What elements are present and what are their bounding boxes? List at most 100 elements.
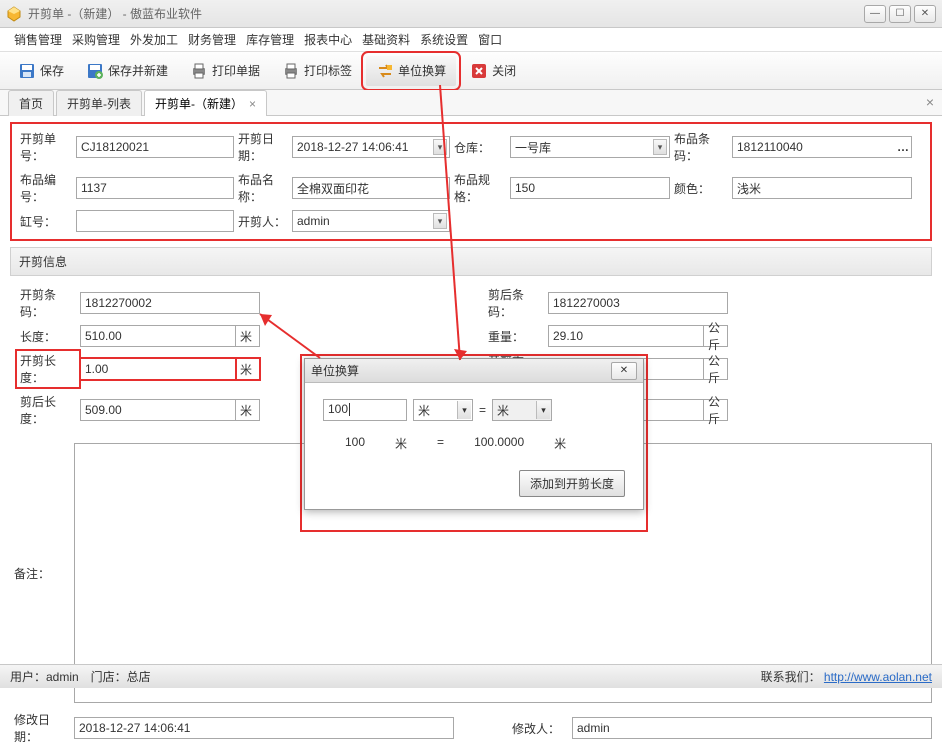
toolbar: 保存 保存并新建 打印单据 打印标签 单位换算 关闭 <box>0 52 942 90</box>
save-new-button[interactable]: 保存并新建 <box>78 58 176 84</box>
print-doc-button[interactable]: 打印单据 <box>182 58 268 84</box>
chevron-down-icon[interactable]: ▾ <box>433 139 447 155</box>
cut-no-field[interactable]: CJ18120021 <box>76 136 234 158</box>
cut-barcode-field[interactable]: 1812270002 <box>80 292 260 314</box>
menu-sales[interactable]: 销售管理 <box>14 31 62 48</box>
save-icon <box>18 62 36 80</box>
cut-length-field[interactable]: 1.00 <box>80 358 236 380</box>
statusbar: 用户：admin 门店：总店 联系我们： http://www.aolan.ne… <box>0 664 942 688</box>
unit-convert-dialog: 单位换算 ✕ 100 米▾ = 米▾ 100 米 = 100.0000 米 添加… <box>304 358 644 510</box>
tab-new[interactable]: 开剪单-（新建）× <box>144 90 267 116</box>
menu-window[interactable]: 窗口 <box>478 31 502 48</box>
minimize-button[interactable]: — <box>864 5 886 23</box>
dialog-titlebar[interactable]: 单位换算 ✕ <box>305 359 643 383</box>
print-label-button[interactable]: 打印标签 <box>274 58 360 84</box>
save-label: 保存 <box>40 62 64 79</box>
cut-weight-unit: 公斤 <box>704 358 728 380</box>
chevron-down-icon[interactable]: ▾ <box>653 139 667 155</box>
prod-no-field[interactable]: 1137 <box>76 177 234 199</box>
menu-settings[interactable]: 系统设置 <box>420 31 468 48</box>
from-unit-select[interactable]: 米▾ <box>413 399 473 421</box>
barcode-field[interactable]: 1812110040… <box>732 136 912 158</box>
tabs-close-all-icon[interactable]: × <box>926 94 934 110</box>
after-length-label: 剪后长度： <box>16 391 80 429</box>
close-label: 关闭 <box>492 62 516 79</box>
chevron-down-icon[interactable]: ▾ <box>457 401 471 419</box>
conversion-input-row: 100 米▾ = 米▾ <box>323 399 625 421</box>
window-title: 开剪单 -（新建） - 傲蓝布业软件 <box>28 5 864 22</box>
to-unit-select[interactable]: 米▾ <box>492 399 552 421</box>
operator-field[interactable]: admin▾ <box>292 210 450 232</box>
cut-barcode-label: 开剪条码： <box>16 284 80 322</box>
unit-convert-label: 单位换算 <box>398 62 446 79</box>
barcode-label: 布品条码： <box>670 128 732 166</box>
dialog-title: 单位换算 <box>311 362 611 379</box>
convert-value-input[interactable]: 100 <box>323 399 407 421</box>
warehouse-field[interactable]: 一号库▾ <box>510 136 670 158</box>
result-from-unit: 米 <box>395 435 407 452</box>
cut-date-label: 开剪日期： <box>234 128 292 166</box>
contact-link[interactable]: http://www.aolan.net <box>824 670 932 684</box>
app-icon <box>6 6 22 22</box>
dialog-body: 100 米▾ = 米▾ 100 米 = 100.0000 米 添加到开剪长度 <box>305 383 643 509</box>
after-barcode-label: 剪后条码： <box>484 284 548 322</box>
vat-field[interactable] <box>76 210 234 232</box>
mod-date-field: 2018-12-27 14:06:41 <box>74 717 454 739</box>
cut-length-label: 开剪长度： <box>16 350 80 388</box>
save-new-label: 保存并新建 <box>108 62 168 79</box>
after-barcode-field[interactable]: 1812270003 <box>548 292 728 314</box>
cut-date-field[interactable]: 2018-12-27 14:06:41▾ <box>292 136 450 158</box>
close-button[interactable]: 关闭 <box>462 58 524 84</box>
chevron-down-icon[interactable]: ▾ <box>433 213 447 229</box>
menu-finance[interactable]: 财务管理 <box>188 31 236 48</box>
cut-length-unit: 米 <box>236 358 260 380</box>
result-to-unit: 米 <box>554 435 566 452</box>
prod-name-label: 布品名称： <box>234 169 292 207</box>
color-field[interactable]: 浅米 <box>732 177 912 199</box>
after-length-unit: 米 <box>236 399 260 421</box>
menu-outsourcing[interactable]: 外发加工 <box>130 31 178 48</box>
equals-sign: = <box>479 403 486 417</box>
menu-reports[interactable]: 报表中心 <box>304 31 352 48</box>
spec-field[interactable]: 150 <box>510 177 670 199</box>
spec-label: 布品规格： <box>450 169 510 207</box>
mod-date-label: 修改日期： <box>10 709 74 747</box>
close-icon <box>470 62 488 80</box>
color-label: 颜色： <box>670 178 732 199</box>
titlebar: 开剪单 -（新建） - 傲蓝布业软件 — ☐ ✕ <box>0 0 942 28</box>
header-form: 开剪单号： CJ18120021 开剪日期： 2018-12-27 14:06:… <box>10 122 932 241</box>
menu-purchase[interactable]: 采购管理 <box>72 31 120 48</box>
status-left: 用户：admin 门店：总店 <box>10 668 151 685</box>
bottom-row: 修改日期： 2018-12-27 14:06:41 修改人： admin <box>10 709 932 747</box>
result-value: 100 <box>345 435 365 452</box>
maximize-button[interactable]: ☐ <box>889 5 911 23</box>
length-field[interactable]: 510.00 <box>80 325 236 347</box>
label-printer-icon <box>282 62 300 80</box>
length-label: 长度： <box>16 326 80 347</box>
dialog-close-button[interactable]: ✕ <box>611 362 637 380</box>
result-converted: 100.0000 <box>474 435 524 452</box>
length-unit: 米 <box>236 325 260 347</box>
menu-basedata[interactable]: 基础资料 <box>362 31 410 48</box>
after-length-field[interactable]: 509.00 <box>80 399 236 421</box>
weight-field[interactable]: 29.10 <box>548 325 704 347</box>
result-equals: = <box>437 435 444 452</box>
tab-home[interactable]: 首页 <box>8 90 54 116</box>
menu-inventory[interactable]: 库存管理 <box>246 31 294 48</box>
add-to-cut-length-button[interactable]: 添加到开剪长度 <box>519 470 625 497</box>
tabs: 首页 开剪单-列表 开剪单-（新建）× × <box>0 90 942 116</box>
ellipsis-icon[interactable]: … <box>897 140 909 154</box>
status-right: 联系我们： http://www.aolan.net <box>761 668 932 685</box>
print-doc-label: 打印单据 <box>212 62 260 79</box>
menubar: 销售管理 采购管理 外发加工 财务管理 库存管理 报表中心 基础资料 系统设置 … <box>0 28 942 52</box>
prod-name-field[interactable]: 全棉双面印花 <box>292 177 450 199</box>
chevron-down-icon[interactable]: ▾ <box>536 401 550 419</box>
conversion-result-row: 100 米 = 100.0000 米 <box>323 435 625 452</box>
save-button[interactable]: 保存 <box>10 58 72 84</box>
prod-no-label: 布品编号： <box>16 169 76 207</box>
close-window-button[interactable]: ✕ <box>914 5 936 23</box>
weight-unit: 公斤 <box>704 325 728 347</box>
tab-list[interactable]: 开剪单-列表 <box>56 90 142 116</box>
unit-convert-button[interactable]: 单位换算 <box>366 56 456 86</box>
tab-close-icon[interactable]: × <box>249 97 256 111</box>
